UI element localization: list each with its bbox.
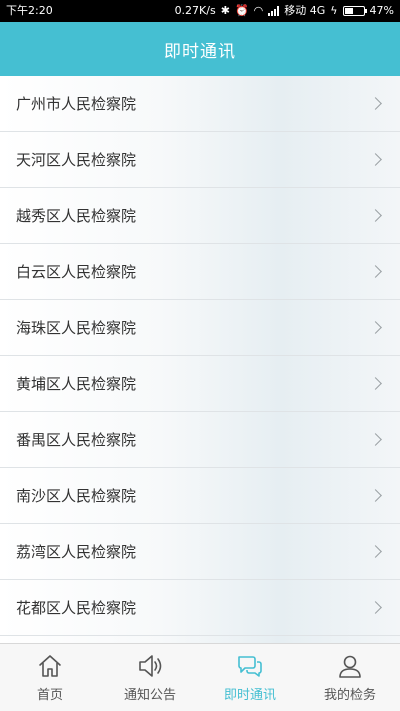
- signal-icon: [268, 6, 280, 16]
- tab-notices[interactable]: 通知公告: [100, 644, 200, 711]
- list-item-guangzhou[interactable]: 广州市人民检察院: [0, 76, 400, 132]
- list-item-label: 广州市人民检察院: [16, 95, 137, 113]
- chevron-right-icon: [369, 209, 382, 222]
- home-icon: [39, 655, 61, 677]
- battery-level: [344, 8, 353, 14]
- tab-instant-messaging[interactable]: 即时通讯: [200, 644, 300, 711]
- chevron-right-icon: [369, 97, 382, 110]
- list-item-tianhe[interactable]: 天河区人民检察院: [0, 132, 400, 188]
- chevron-right-icon: [369, 601, 382, 614]
- chevron-right-icon: [369, 489, 382, 502]
- procuratorate-list: 广州市人民检察院 天河区人民检察院 越秀区人民检察院 白云区人民检察院 海珠区人…: [0, 76, 400, 643]
- screen: 下午2:20 0.27K/s ✱ ⏰ ◠ 移动 4G ϟ 47% 即时通讯 广州…: [0, 0, 400, 711]
- tab-label: 我的检务: [323, 688, 376, 703]
- list-item-huangpu[interactable]: 黄埔区人民检察院: [0, 356, 400, 412]
- tab-label: 首页: [36, 688, 63, 703]
- list-item-label: 天河区人民检察院: [16, 151, 137, 169]
- chevron-right-icon: [369, 545, 382, 558]
- list-item-panyu[interactable]: 番禺区人民检察院: [0, 412, 400, 468]
- list-item-label: 白云区人民检察院: [16, 263, 137, 281]
- battery-percent: 47%: [369, 4, 394, 17]
- status-time: 下午2:20: [6, 4, 53, 17]
- list-item-label: 荔湾区人民检察院: [16, 543, 137, 561]
- list-item-label: 海珠区人民检察院: [16, 319, 137, 337]
- list-item-label: 南沙区人民检察院: [16, 487, 137, 505]
- tab-home[interactable]: 首页: [0, 644, 100, 711]
- chat-bubbles-icon: [238, 656, 262, 677]
- list-item-label: 番禺区人民检察院: [16, 431, 137, 449]
- battery-icon: [342, 6, 367, 16]
- speaker-icon: [139, 655, 162, 677]
- list-item-huadu[interactable]: 花都区人民检察院: [0, 580, 400, 636]
- chevron-right-icon: [369, 265, 382, 278]
- page-title: 即时通讯: [164, 41, 236, 62]
- list-item-liwan[interactable]: 荔湾区人民检察院: [0, 524, 400, 580]
- wifi-icon: ◠: [253, 4, 264, 17]
- list-item-baiyun[interactable]: 白云区人民检察院: [0, 244, 400, 300]
- list-item-label: 花都区人民检察院: [16, 599, 137, 617]
- tab-label: 即时通讯: [223, 688, 276, 703]
- tab-label: 通知公告: [123, 688, 176, 703]
- list-item-label: 越秀区人民检察院: [16, 207, 137, 225]
- alarm-icon: ⏰: [234, 4, 249, 17]
- title-bar: 即时通讯: [0, 22, 400, 76]
- carrier-label: 移动 4G: [284, 4, 326, 17]
- chevron-right-icon: [369, 377, 382, 390]
- chevron-right-icon: [369, 321, 382, 334]
- charging-icon: ϟ: [330, 4, 338, 17]
- list-item-yuexiu[interactable]: 越秀区人民检察院: [0, 188, 400, 244]
- bottom-tab-bar: 首页 通知公告 即时通讯 我的检务: [0, 643, 400, 711]
- list-item-nansha[interactable]: 南沙区人民检察院: [0, 468, 400, 524]
- network-speed: 0.27K/s: [174, 4, 216, 17]
- list-item-label: 黄埔区人民检察院: [16, 375, 137, 393]
- list-item-haizhu[interactable]: 海珠区人民检察院: [0, 300, 400, 356]
- tab-my-affairs[interactable]: 我的检务: [300, 644, 400, 711]
- chevron-right-icon: [369, 433, 382, 446]
- status-bar: 下午2:20 0.27K/s ✱ ⏰ ◠ 移动 4G ϟ 47%: [0, 0, 400, 22]
- chevron-right-icon: [369, 153, 382, 166]
- user-icon: [339, 655, 361, 678]
- bluetooth-icon: ✱: [220, 4, 230, 17]
